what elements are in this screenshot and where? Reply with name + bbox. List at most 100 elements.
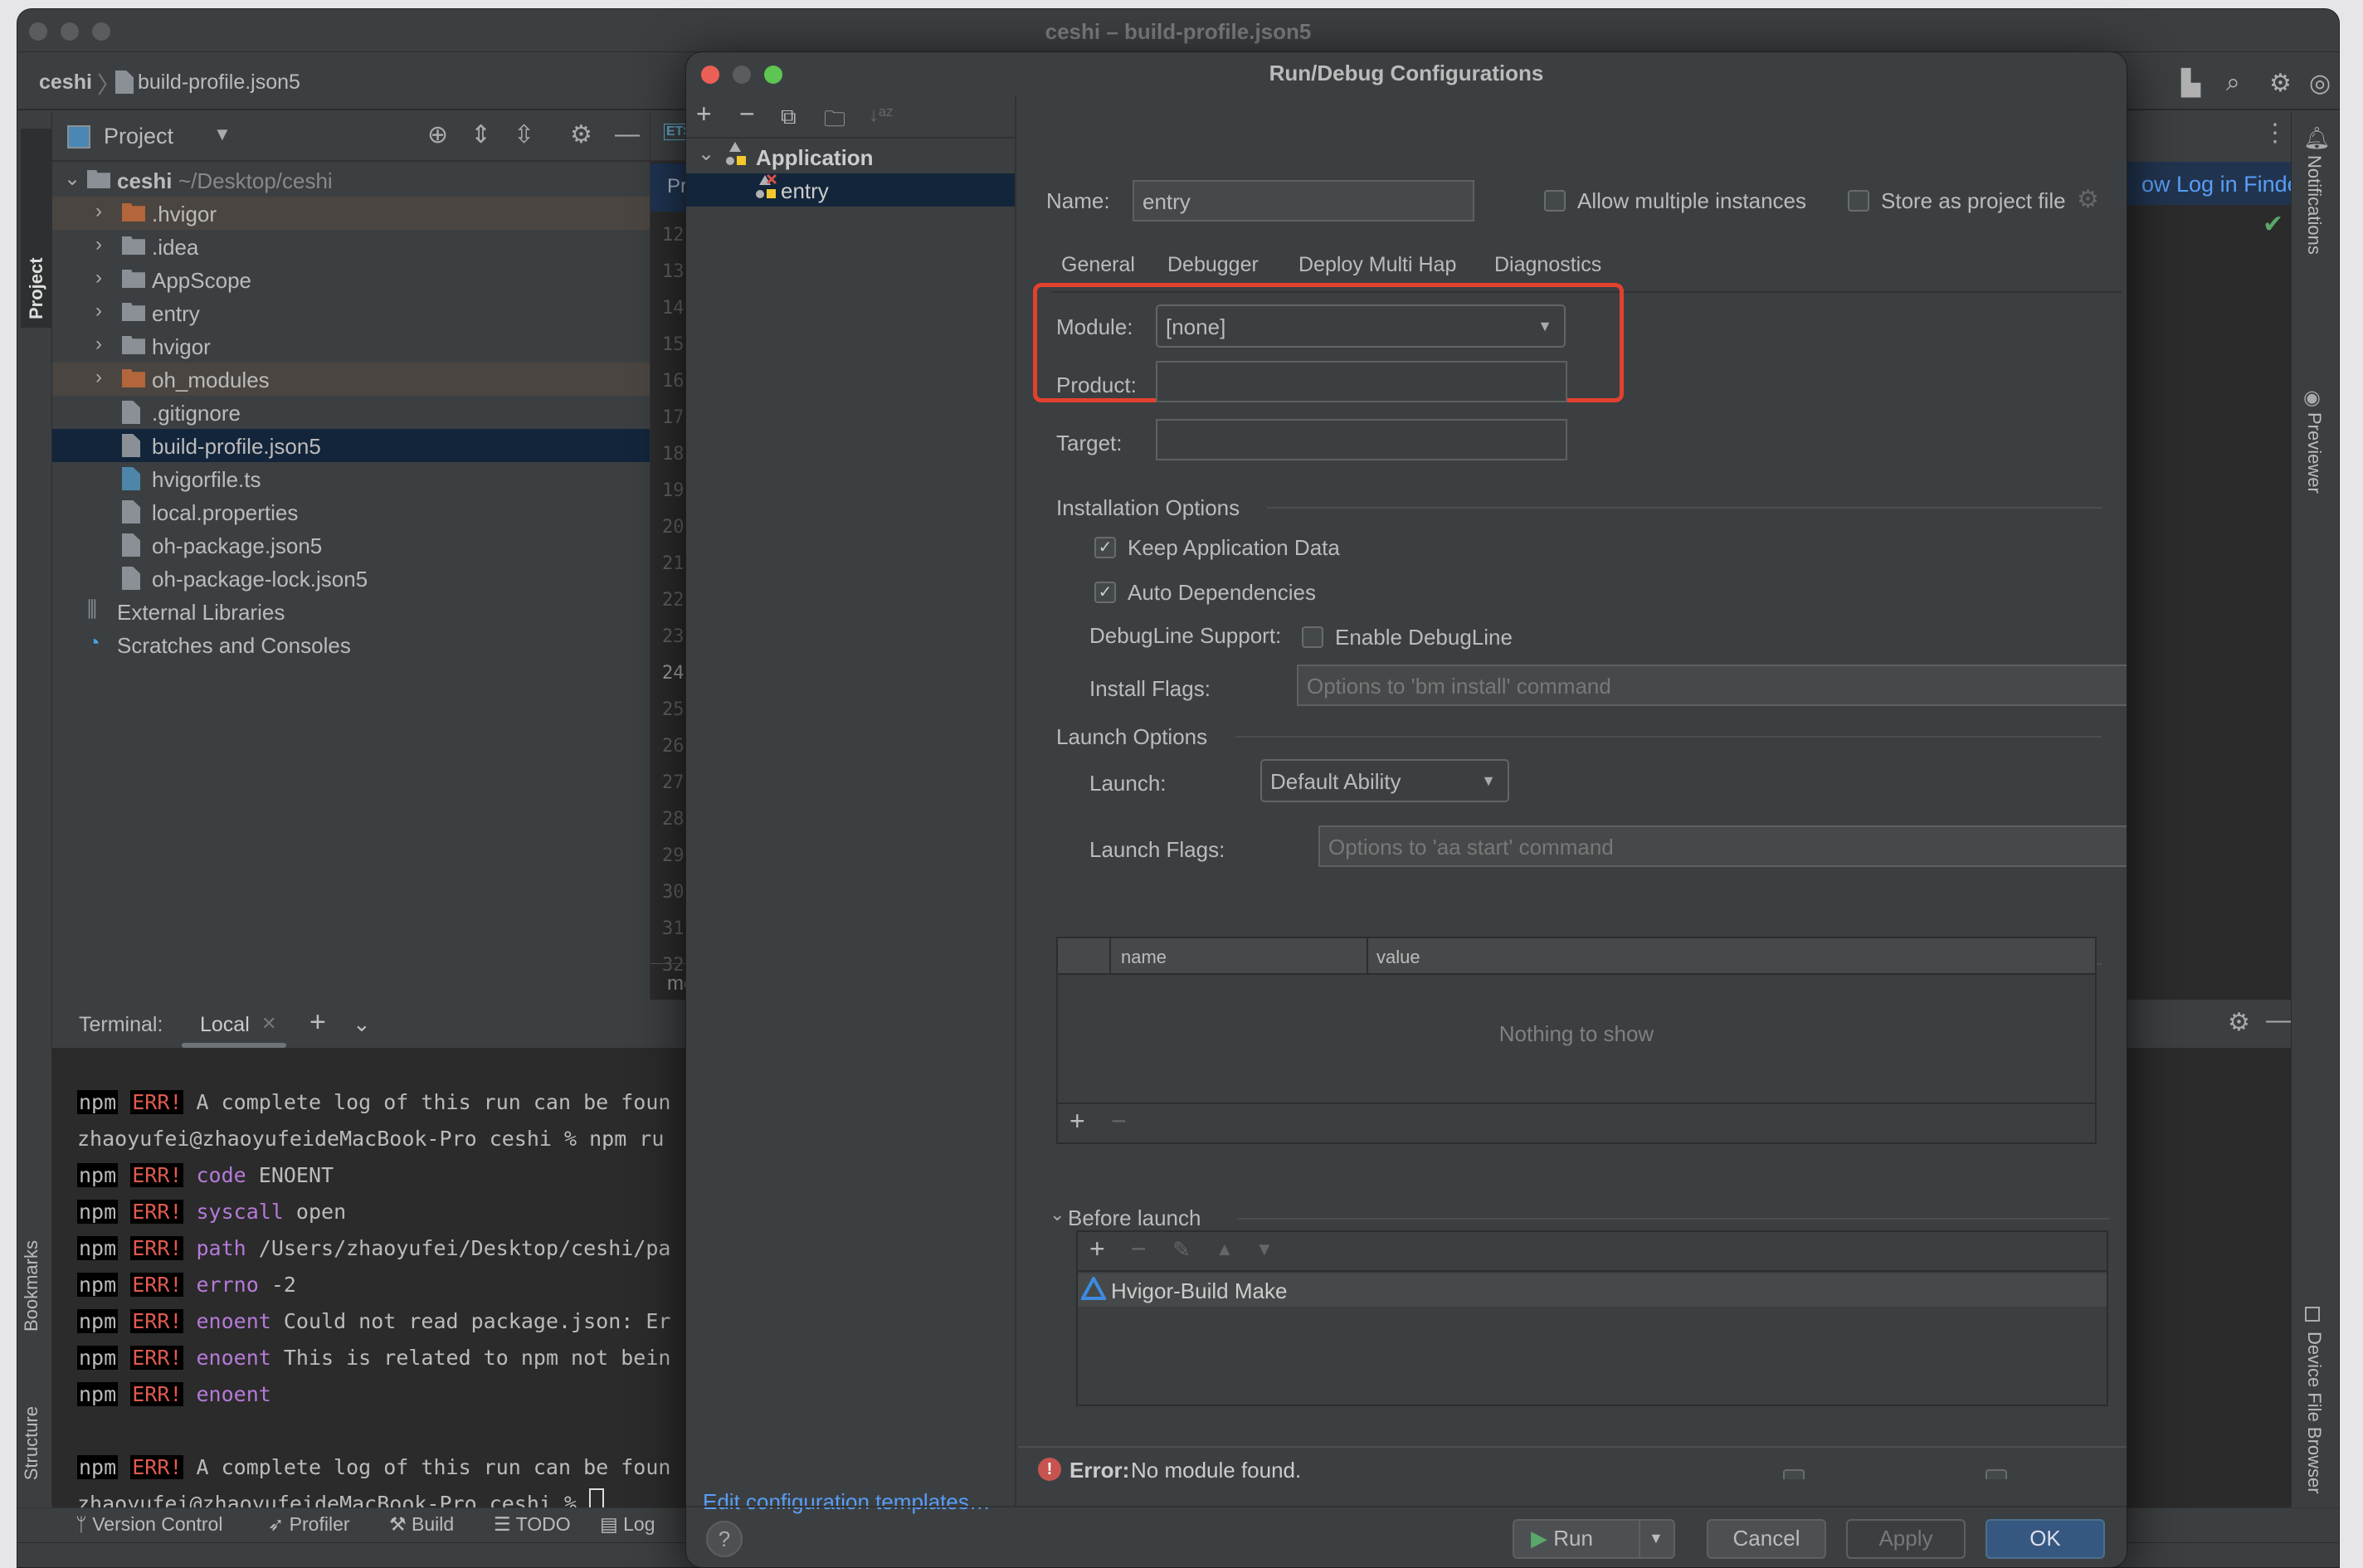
cancel-button[interactable]: Cancel: [1707, 1519, 1826, 1559]
tree-item[interactable]: › entry: [52, 296, 650, 329]
chevron-down-icon[interactable]: ⌄: [698, 142, 714, 166]
tool-log[interactable]: ▤ Log: [600, 1513, 655, 1536]
module-select[interactable]: [none] ▼: [1156, 304, 1566, 348]
apply-button[interactable]: Apply: [1846, 1519, 1966, 1559]
account-icon[interactable]: ◎: [2309, 69, 2331, 98]
tree-item[interactable]: › hvigor: [52, 329, 650, 363]
launch-select[interactable]: Default Ability ▼: [1260, 759, 1509, 802]
breadcrumb-root[interactable]: ceshi: [39, 71, 92, 95]
chevron-right-icon[interactable]: ›: [95, 299, 102, 323]
settings-gear-icon[interactable]: ⚙: [2077, 185, 2099, 214]
tree-item[interactable]: ◔ Scratches and Consoles: [52, 628, 650, 661]
terminal-output[interactable]: npm ERR! A complete log of this run can …: [77, 1084, 708, 1522]
tree-item[interactable]: build-profile.json5: [52, 429, 650, 462]
chevron-right-icon[interactable]: ›: [95, 200, 102, 223]
name-input[interactable]: entry: [1133, 180, 1474, 222]
run-options-dropdown[interactable]: ▼: [1649, 1521, 1664, 1556]
column-header-name[interactable]: name: [1121, 947, 1167, 968]
tool-tab-device-file-browser[interactable]: Device File Browser: [2303, 1332, 2325, 1494]
column-header-value[interactable]: value: [1376, 947, 1420, 968]
remove-configuration-icon[interactable]: −: [739, 99, 755, 129]
chevron-right-icon[interactable]: ›: [95, 233, 102, 256]
tool-tab-bookmarks[interactable]: Bookmarks: [21, 1240, 42, 1332]
chevron-right-icon[interactable]: ›: [95, 333, 102, 356]
new-terminal-plus-icon[interactable]: +: [309, 1006, 326, 1039]
tree-item[interactable]: oh-package-lock.json5: [52, 562, 650, 595]
collapse-all-icon[interactable]: ⇳: [514, 120, 534, 149]
move-down-icon[interactable]: ▼: [1255, 1239, 1274, 1260]
new-folder-icon[interactable]: 🗀︎: [824, 104, 845, 140]
add-variable-icon[interactable]: +: [1069, 1106, 1085, 1137]
copy-configuration-icon[interactable]: ⧉: [781, 104, 797, 130]
run-button[interactable]: ▶ Run ▼: [1513, 1519, 1675, 1559]
tree-item[interactable]: ⫼ External Libraries: [52, 595, 650, 628]
chevron-down-icon[interactable]: ⌄: [64, 167, 80, 191]
ok-button[interactable]: OK: [1985, 1519, 2105, 1559]
breadcrumb-file[interactable]: build-profile.json5: [138, 71, 300, 95]
remove-task-icon[interactable]: −: [1131, 1234, 1147, 1264]
tool-tab-notifications[interactable]: Notifications: [2303, 155, 2325, 255]
tool-todo[interactable]: ☰ TODO: [494, 1513, 571, 1536]
hide-panel-icon[interactable]: —: [2266, 1006, 2291, 1035]
edit-task-icon[interactable]: ✎: [1172, 1237, 1191, 1263]
tree-item[interactable]: › oh_modules: [52, 363, 650, 396]
add-configuration-icon[interactable]: +: [696, 99, 712, 129]
notification-bell-icon[interactable]: 🔔︎: [2303, 125, 2331, 151]
tool-build[interactable]: ⚒ Build: [389, 1513, 454, 1536]
help-button[interactable]: ?: [706, 1521, 743, 1557]
expand-all-icon[interactable]: ⇕: [470, 120, 491, 149]
tree-item[interactable]: oh-package.json5: [52, 528, 650, 562]
tab-deploy-multi-hap[interactable]: Deploy Multi Hap: [1298, 253, 1456, 277]
chevron-down-icon[interactable]: ▼: [213, 124, 231, 145]
tool-tab-project[interactable]: Project: [21, 129, 52, 328]
project-structure-icon[interactable]: ▙: [2181, 69, 2200, 98]
terminal-tab-local[interactable]: Local: [200, 1013, 250, 1037]
tree-item[interactable]: › .idea: [52, 230, 650, 263]
before-launch-item[interactable]: Hvigor-Build Make: [1078, 1273, 2107, 1307]
search-icon[interactable]: ⌕: [2226, 69, 2240, 97]
settings-gear-icon[interactable]: ⚙: [2228, 1008, 2250, 1037]
chevron-right-icon[interactable]: ›: [95, 266, 102, 290]
install-flags-input[interactable]: Options to 'bm install' command: [1297, 665, 2127, 706]
options-gear-icon[interactable]: ⚙: [570, 120, 592, 149]
more-options-icon[interactable]: ⋮: [2263, 119, 2287, 148]
tool-profiler[interactable]: ➶ Profiler: [268, 1513, 350, 1536]
add-task-icon[interactable]: +: [1089, 1234, 1105, 1264]
enable-debugline-checkbox[interactable]: [1302, 626, 1323, 648]
chevron-down-icon[interactable]: ⌄: [1050, 1204, 1065, 1225]
move-up-icon[interactable]: ▲: [1216, 1239, 1234, 1260]
store-as-project-file-checkbox[interactable]: [1848, 190, 1869, 212]
sort-icon[interactable]: ↓ᵃᶻ: [869, 104, 894, 127]
tool-tab-previewer[interactable]: Previewer: [2303, 412, 2325, 494]
settings-gear-icon[interactable]: ⚙: [2269, 69, 2292, 98]
config-group-application[interactable]: ⌄ Application: [686, 140, 1015, 173]
tree-item[interactable]: local.properties: [52, 495, 650, 528]
show-log-in-finder-link[interactable]: ow Log in Finder: [2125, 162, 2299, 205]
tree-item[interactable]: › .hvigor: [52, 197, 650, 230]
target-input[interactable]: [1156, 419, 1567, 460]
tree-item[interactable]: › AppScope: [52, 263, 650, 296]
tree-item[interactable]: hvigorfile.ts: [52, 462, 650, 495]
product-input[interactable]: [1156, 361, 1567, 402]
keep-application-data-checkbox[interactable]: ✓: [1094, 537, 1116, 558]
launch-flags-input[interactable]: Options to 'aa start' command: [1318, 825, 2127, 867]
close-icon[interactable]: ✕: [261, 1013, 276, 1035]
tab-general[interactable]: General: [1061, 253, 1135, 277]
chevron-right-icon[interactable]: ›: [95, 366, 102, 389]
auto-dependencies-checkbox[interactable]: ✓: [1094, 582, 1116, 603]
tab-diagnostics[interactable]: Diagnostics: [1494, 253, 1601, 277]
chevron-down-icon[interactable]: ⌄: [353, 1011, 371, 1037]
tool-version-control[interactable]: ᛘ Version Control: [76, 1513, 222, 1536]
tree-item[interactable]: .gitignore: [52, 396, 650, 429]
play-icon: ▶: [1531, 1526, 1554, 1551]
tool-tab-structure[interactable]: Structure: [21, 1406, 42, 1480]
config-item-entry[interactable]: entry: [686, 173, 1015, 207]
remove-variable-icon[interactable]: −: [1111, 1106, 1127, 1137]
hide-panel-icon[interactable]: —: [615, 120, 640, 149]
allow-multiple-instances-checkbox[interactable]: [1544, 190, 1566, 212]
tree-item[interactable]: ⌄ ceshi ~/Desktop/ceshi: [52, 163, 650, 197]
project-panel: Project ▼ ⊕ ⇕ ⇳ ⚙ — ⌄ ceshi ~/Desktop/cesh…: [52, 112, 650, 1000]
tab-debugger[interactable]: Debugger: [1167, 253, 1259, 277]
project-view-selector[interactable]: Project: [104, 124, 173, 149]
locate-file-icon[interactable]: ⊕: [427, 120, 448, 149]
